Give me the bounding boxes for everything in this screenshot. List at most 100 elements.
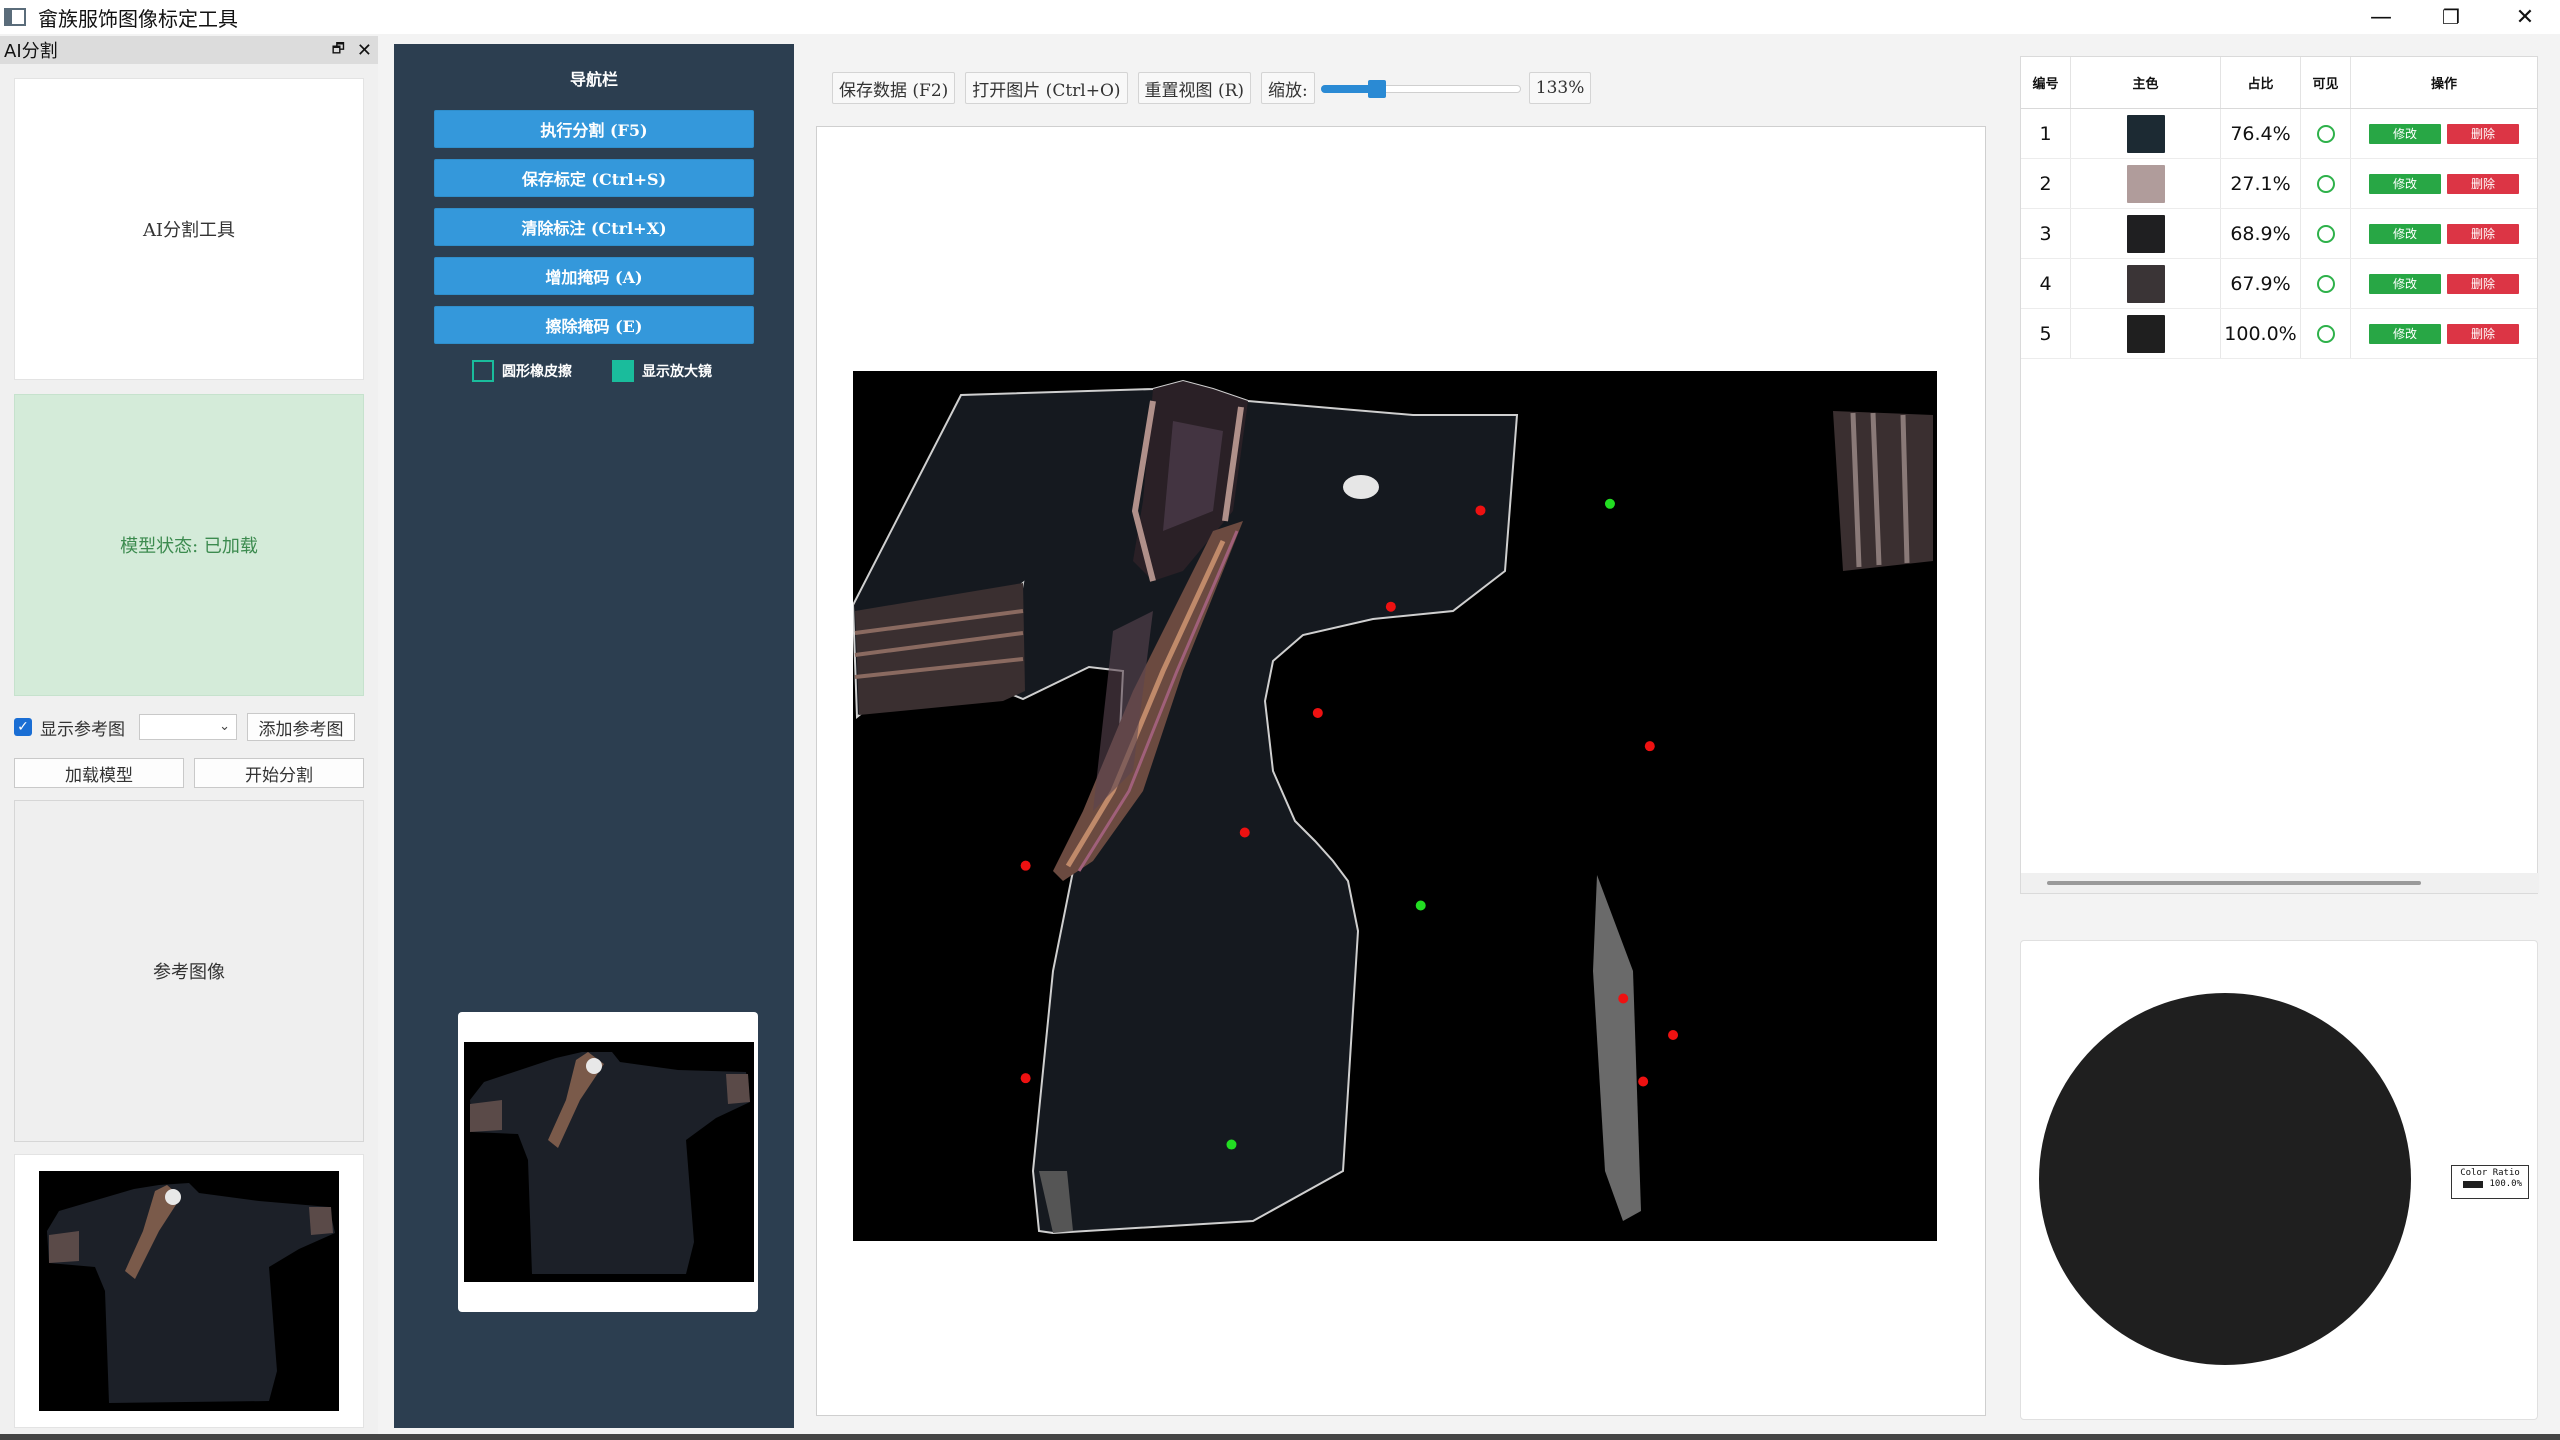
zoom-slider[interactable] <box>1320 72 1521 104</box>
save-calibration-button[interactable]: 保存标定 (Ctrl+S) <box>434 159 754 197</box>
model-status-panel: 模型状态: 已加载 <box>14 394 364 696</box>
color-swatch[interactable] <box>2126 114 2165 153</box>
image-canvas[interactable] <box>816 126 1986 1416</box>
zoom-value: 133% <box>1528 72 1592 104</box>
row-color-cell <box>2071 159 2221 208</box>
negative-point[interactable] <box>1638 1076 1649 1087</box>
table-row[interactable]: 4 67.9% 修改 删除 <box>2021 259 2537 309</box>
table-row[interactable]: 1 76.4% 修改 删除 <box>2021 109 2537 159</box>
show-reference-checkbox[interactable]: ✓ <box>14 718 32 736</box>
open-image-button[interactable]: 打开图片 (Ctrl+O) <box>965 72 1128 104</box>
scrollbar-handle[interactable] <box>2047 881 2421 885</box>
dock-header: AI分割 🗗 ✕ <box>0 36 378 64</box>
delete-button[interactable]: 删除 <box>2447 173 2519 194</box>
delete-button[interactable]: 删除 <box>2447 223 2519 244</box>
legend-entry: 100.0% <box>2489 1179 2522 1189</box>
restore-button[interactable]: ❐ <box>2416 0 2486 34</box>
save-data-button[interactable]: 保存数据 (F2) <box>832 72 956 104</box>
row-id: 5 <box>2021 309 2071 358</box>
delete-button[interactable]: 删除 <box>2447 123 2519 144</box>
row-ratio: 100.0% <box>2221 309 2301 358</box>
zoom-label: 缩放: <box>1261 72 1315 104</box>
row-visible-cell <box>2301 159 2351 208</box>
visible-toggle[interactable] <box>2316 224 2335 243</box>
navigator-thumbnail-image <box>464 1042 754 1282</box>
close-window-button[interactable]: ✕ <box>2490 0 2560 34</box>
garment-image-frame[interactable] <box>853 371 1937 1241</box>
pie-legend: Color Ratio 100.0% <box>2451 1165 2529 1199</box>
row-ratio: 76.4% <box>2221 109 2301 158</box>
reset-view-button[interactable]: 重置视图 (R) <box>1137 72 1252 104</box>
row-ratio: 68.9% <box>2221 209 2301 258</box>
delete-button[interactable]: 删除 <box>2447 323 2519 344</box>
negative-point[interactable] <box>1644 741 1655 752</box>
navigation-panel: 导航栏 执行分割 (F5) 保存标定 (Ctrl+S) 清除标注 (Ctrl+X… <box>394 44 794 1428</box>
add-mask-button[interactable]: 增加掩码 (A) <box>434 257 754 295</box>
color-swatch[interactable] <box>2126 214 2165 253</box>
negative-point[interactable] <box>1020 1073 1031 1084</box>
reference-image-label: 参考图像 <box>153 962 225 983</box>
table-row[interactable]: 2 27.1% 修改 删除 <box>2021 159 2537 209</box>
table-row[interactable]: 5 100.0% 修改 删除 <box>2021 309 2537 359</box>
start-segment-button[interactable]: 开始分割 <box>194 758 364 788</box>
reference-thumbnail-image <box>39 1171 339 1411</box>
magnifier-checkbox[interactable]: 显示放大镜 <box>612 360 712 382</box>
positive-point[interactable] <box>1415 900 1426 911</box>
positive-point[interactable] <box>1604 498 1615 509</box>
edit-button[interactable]: 修改 <box>2369 223 2441 244</box>
annotation-points-layer[interactable] <box>853 371 1937 1241</box>
check-icon: ✓ <box>17 719 29 735</box>
visible-toggle[interactable] <box>2316 274 2335 293</box>
color-swatch[interactable] <box>2126 314 2165 353</box>
circle-eraser-checkbox[interactable]: 圆形橡皮擦 <box>472 360 572 382</box>
negative-point[interactable] <box>1020 860 1031 871</box>
visible-toggle[interactable] <box>2316 174 2335 193</box>
negative-point[interactable] <box>1668 1030 1679 1040</box>
table-row[interactable]: 3 68.9% 修改 删除 <box>2021 209 2537 259</box>
header-id: 编号 <box>2021 57 2071 108</box>
minimize-button[interactable]: — <box>2346 0 2416 34</box>
color-swatch[interactable] <box>2126 164 2165 203</box>
edit-button[interactable]: 修改 <box>2369 323 2441 344</box>
negative-point[interactable] <box>1312 707 1323 718</box>
bottom-border <box>0 1434 2560 1440</box>
app-window-icon <box>4 8 26 26</box>
row-color-cell <box>2071 309 2221 358</box>
circle-eraser-box <box>472 360 494 382</box>
row-ratio: 67.9% <box>2221 259 2301 308</box>
negative-point[interactable] <box>1475 505 1486 516</box>
color-table: 编号 主色 占比 可见 操作 1 76.4% 修改 删除 2 27.1% 修改 删除 3 68.9… <box>2020 56 2539 894</box>
visible-toggle[interactable] <box>2316 124 2335 143</box>
erase-mask-button[interactable]: 擦除掩码 (E) <box>434 306 754 344</box>
row-actions: 修改 删除 <box>2351 209 2537 258</box>
add-reference-button[interactable]: 添加参考图 <box>247 713 355 741</box>
reference-select[interactable]: ⌄ <box>139 714 237 740</box>
row-color-cell <box>2071 259 2221 308</box>
run-segment-button[interactable]: 执行分割 (F5) <box>434 110 754 148</box>
visible-toggle[interactable] <box>2316 324 2335 343</box>
positive-point[interactable] <box>1226 1139 1237 1150</box>
pie-slice <box>2039 993 2411 1365</box>
dock-close-icon[interactable]: ✕ <box>357 40 372 61</box>
color-ratio-pie-panel: Color Ratio 100.0% <box>2020 940 2538 1420</box>
load-model-button[interactable]: 加载模型 <box>14 758 184 788</box>
negative-point[interactable] <box>1239 827 1250 838</box>
edit-button[interactable]: 修改 <box>2369 173 2441 194</box>
navigator-thumbnail[interactable] <box>458 1012 758 1312</box>
header-ratio: 占比 <box>2221 57 2301 108</box>
show-reference-label: 显示参考图 <box>40 719 125 740</box>
header-actions: 操作 <box>2430 77 2457 92</box>
table-horizontal-scrollbar[interactable] <box>2021 873 2539 893</box>
edit-button[interactable]: 修改 <box>2369 273 2441 294</box>
reference-thumbnail-panel <box>14 1154 364 1428</box>
row-visible-cell <box>2301 259 2351 308</box>
zoom-slider-handle[interactable] <box>1367 80 1386 98</box>
negative-point[interactable] <box>1385 601 1396 612</box>
clear-annotations-button[interactable]: 清除标注 (Ctrl+X) <box>434 208 754 246</box>
delete-button[interactable]: 删除 <box>2447 273 2519 294</box>
negative-point[interactable] <box>1618 993 1629 1004</box>
color-swatch[interactable] <box>2126 264 2165 303</box>
dock-float-icon[interactable]: 🗗 <box>332 38 345 62</box>
color-table-header: 编号 主色 占比 可见 操作 <box>2021 57 2537 109</box>
edit-button[interactable]: 修改 <box>2369 123 2441 144</box>
